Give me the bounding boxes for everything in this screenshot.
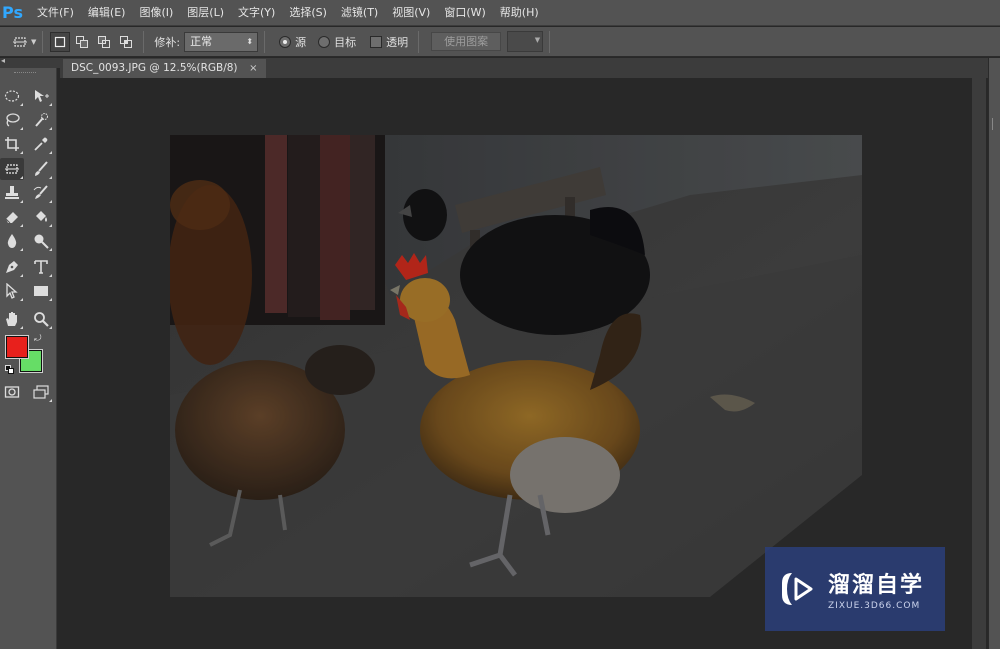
- brush-icon[interactable]: [29, 158, 53, 180]
- patch-tool-preset-icon[interactable]: [10, 32, 30, 52]
- rectangle-icon[interactable]: [29, 280, 53, 302]
- menu-type[interactable]: 文字(Y): [231, 0, 282, 26]
- stamp-icon[interactable]: [0, 182, 24, 204]
- document-tab-bar: DSC_0093.JPG @ 12.5%(RGB/8) ×: [60, 58, 988, 78]
- document-tab[interactable]: DSC_0093.JPG @ 12.5%(RGB/8) ×: [63, 59, 266, 78]
- menu-edit[interactable]: 编辑(E): [81, 0, 133, 26]
- default-colors-icon[interactable]: [5, 365, 14, 374]
- menu-window[interactable]: 窗口(W): [437, 0, 492, 26]
- type-icon[interactable]: [29, 256, 53, 278]
- source-label: 源: [295, 35, 307, 49]
- chevron-down-icon[interactable]: ▼: [31, 38, 36, 46]
- screen-mode-icon[interactable]: [29, 381, 53, 403]
- right-panel-strip[interactable]: [988, 58, 1000, 649]
- updown-arrow-icon: ⬍: [246, 36, 254, 46]
- watermark-text: 溜溜自学 ZIXUE.3D66.COM: [828, 567, 924, 611]
- intersect-selection-icon[interactable]: [116, 32, 136, 52]
- watermark-title: 溜溜自学: [828, 573, 925, 598]
- toolbox: ⤾: [0, 68, 57, 649]
- menu-filter[interactable]: 滤镜(T): [334, 0, 385, 26]
- history-brush-icon[interactable]: [29, 182, 53, 204]
- patch-mode-value: 正常: [190, 34, 213, 48]
- foreground-color-swatch[interactable]: [5, 335, 29, 359]
- photoshop-window: Ps 文件(F) 编辑(E) 图像(I) 图层(L) 文字(Y) 选择(S) 滤…: [0, 0, 1000, 649]
- blur-icon[interactable]: [0, 230, 24, 252]
- paint-bucket-icon[interactable]: [29, 206, 53, 228]
- divider: [418, 30, 420, 53]
- menu-image[interactable]: 图像(I): [132, 0, 180, 26]
- subtract-from-selection-icon[interactable]: [94, 32, 114, 52]
- pen-icon[interactable]: [0, 256, 24, 278]
- vertical-scrollbar[interactable]: [972, 78, 986, 649]
- patch-label: 修补:: [154, 35, 181, 49]
- target-radio[interactable]: [318, 35, 331, 48]
- source-radio[interactable]: [279, 35, 292, 48]
- close-icon[interactable]: ×: [249, 59, 257, 78]
- dodge-icon[interactable]: [29, 230, 53, 252]
- crop-icon[interactable]: [0, 133, 24, 155]
- hand-icon[interactable]: [0, 308, 24, 330]
- divider: [143, 30, 145, 53]
- divider: [264, 30, 266, 53]
- divider: [549, 30, 551, 53]
- ps-logo: Ps: [2, 2, 23, 22]
- collapse-arrows-icon[interactable]: ◂: [1, 56, 5, 65]
- chevron-down-icon: ▼: [534, 36, 541, 44]
- toolbox-header[interactable]: ◂: [0, 56, 60, 68]
- document-canvas[interactable]: [170, 135, 862, 597]
- play-logo-icon: [782, 573, 813, 605]
- lasso-icon[interactable]: [0, 109, 24, 131]
- watermark-url: ZIXUE.3D66.COM: [828, 601, 921, 611]
- swap-colors-icon[interactable]: ⤾: [34, 334, 42, 344]
- photo-chickens: [170, 135, 862, 597]
- toolbox-grip[interactable]: [14, 72, 36, 74]
- menu-bar: Ps 文件(F) 编辑(E) 图像(I) 图层(L) 文字(Y) 选择(S) 滤…: [0, 0, 1000, 26]
- use-pattern-button[interactable]: 使用图案: [431, 32, 502, 51]
- quick-mask-icon[interactable]: [0, 381, 24, 403]
- eyedropper-icon[interactable]: [29, 133, 53, 155]
- move-icon[interactable]: [29, 85, 53, 107]
- menu-layer[interactable]: 图层(L): [180, 0, 231, 26]
- menu-help[interactable]: 帮助(H): [493, 0, 546, 26]
- options-bar: ▼ 修补: 正常 ⬍ 源 目标 透明 使用图案 ▼: [0, 27, 1000, 57]
- menu-file[interactable]: 文件(F): [30, 0, 81, 26]
- transparent-checkbox[interactable]: [370, 35, 383, 48]
- target-label: 目标: [334, 35, 357, 49]
- patch-tool-icon[interactable]: [0, 158, 24, 180]
- transparent-label: 透明: [386, 35, 409, 49]
- eraser-icon[interactable]: [0, 206, 24, 228]
- pattern-picker[interactable]: ▼: [507, 31, 544, 52]
- quick-selection-icon[interactable]: [29, 109, 53, 131]
- marquee-icon[interactable]: [0, 85, 24, 107]
- watermark-badge: 溜溜自学 ZIXUE.3D66.COM: [765, 547, 945, 631]
- divider: [42, 30, 44, 53]
- patch-mode-select[interactable]: 正常 ⬍: [184, 31, 259, 52]
- menu-select[interactable]: 选择(S): [282, 0, 334, 26]
- document-tab-title: DSC_0093.JPG @ 12.5%(RGB/8): [71, 62, 238, 74]
- menu-view[interactable]: 视图(V): [385, 0, 437, 26]
- add-to-selection-icon[interactable]: [72, 32, 92, 52]
- path-selection-icon[interactable]: [0, 280, 24, 302]
- panel-handle-icon[interactable]: [992, 118, 998, 130]
- zoom-icon[interactable]: [29, 308, 53, 330]
- new-selection-icon[interactable]: [50, 31, 71, 52]
